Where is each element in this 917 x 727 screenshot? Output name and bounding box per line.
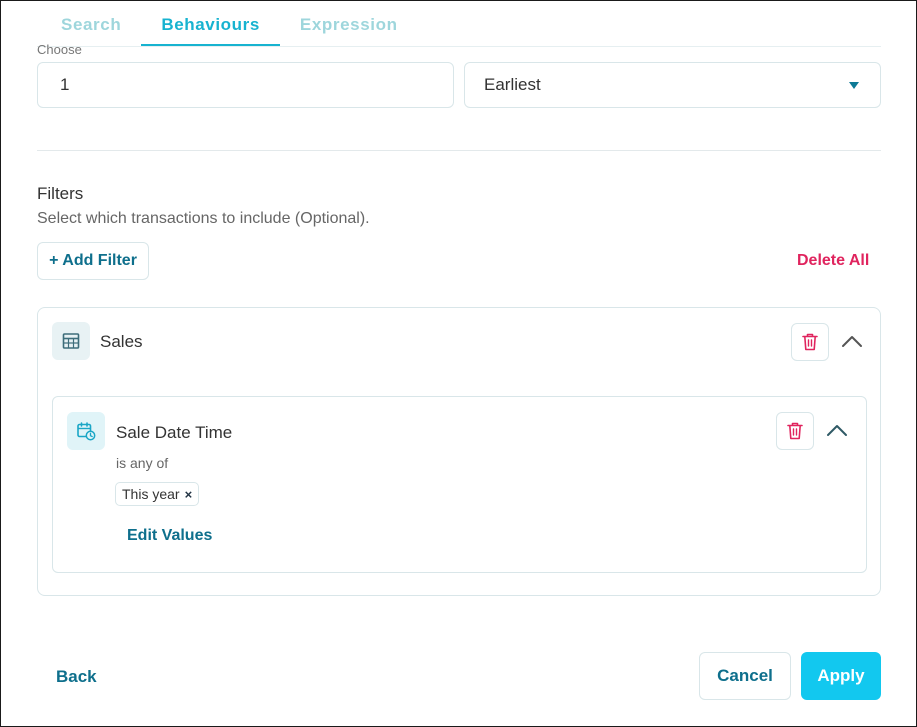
tab-behaviours[interactable]: Behaviours bbox=[141, 1, 280, 46]
edit-values-button[interactable]: Edit Values bbox=[127, 527, 212, 545]
back-button[interactable]: Back bbox=[56, 667, 97, 687]
chevron-up-icon bbox=[842, 336, 862, 347]
tab-bar: Search Behaviours Expression bbox=[41, 1, 418, 47]
collapse-condition-button[interactable] bbox=[825, 418, 849, 442]
delete-condition-button[interactable] bbox=[776, 412, 814, 450]
remove-value-icon[interactable]: × bbox=[185, 487, 193, 502]
caret-down-icon bbox=[849, 81, 859, 89]
cancel-button[interactable]: Cancel bbox=[699, 652, 791, 700]
choose-count-input[interactable]: 1 bbox=[37, 62, 454, 108]
section-divider bbox=[37, 150, 881, 151]
filter-dialog: Search Behaviours Expression Choose 1 Ea… bbox=[0, 0, 917, 727]
tab-expression[interactable]: Expression bbox=[280, 1, 418, 46]
value-chip: This year × bbox=[115, 482, 200, 506]
value-chip-label: This year bbox=[122, 486, 180, 502]
calendar-clock-icon bbox=[67, 412, 105, 450]
delete-all-button[interactable]: Delete All bbox=[797, 252, 869, 270]
collapse-group-button[interactable] bbox=[840, 329, 864, 353]
filters-title: Filters bbox=[37, 184, 84, 203]
apply-button[interactable]: Apply bbox=[801, 652, 881, 700]
filter-condition-card: Sale Date Time is any of This year × Edi… bbox=[52, 396, 867, 573]
trash-icon bbox=[787, 422, 803, 440]
condition-field-name: Sale Date Time bbox=[116, 423, 233, 442]
add-filter-button[interactable]: + Add Filter bbox=[37, 242, 149, 280]
tab-search[interactable]: Search bbox=[41, 1, 141, 46]
choose-count-value: 1 bbox=[60, 75, 70, 94]
choose-order-value: Earliest bbox=[484, 75, 541, 94]
delete-group-button[interactable] bbox=[791, 323, 829, 361]
condition-operator: is any of bbox=[116, 455, 169, 471]
choose-label: Choose bbox=[37, 42, 82, 57]
filters-subtitle: Select which transactions to include (Op… bbox=[37, 210, 370, 227]
choose-order-select[interactable]: Earliest bbox=[464, 62, 881, 108]
filter-group-card: Sales Sale Date Time is any of This year… bbox=[37, 307, 881, 596]
tab-divider bbox=[37, 46, 881, 47]
trash-icon bbox=[802, 333, 818, 351]
chevron-up-icon bbox=[827, 425, 847, 436]
table-icon bbox=[52, 322, 90, 360]
filter-group-name: Sales bbox=[100, 332, 143, 351]
